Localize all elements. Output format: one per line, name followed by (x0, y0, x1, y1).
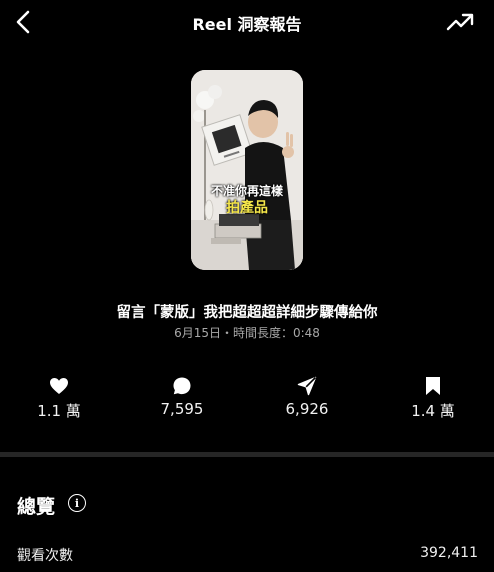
comment-icon (173, 377, 191, 395)
overview-heading: 總覽 (17, 496, 56, 518)
reel-thumbnail[interactable]: 不准你再這樣 拍產品 (191, 70, 303, 270)
saves-count: 1.4 萬 (411, 402, 455, 420)
views-value: 392,411 (420, 545, 478, 561)
stat-shares: 6,926 (257, 374, 357, 418)
section-divider (0, 452, 494, 457)
top-bar: Reel 洞察報告 (0, 0, 494, 44)
engagement-stats: 1.1 萬 7,595 6,926 1.4 萬 (0, 374, 494, 424)
trend-button[interactable] (444, 8, 476, 36)
thumbnail-caption-line2: 拍產品 (226, 200, 268, 216)
info-icon[interactable]: i (68, 494, 86, 512)
page-title: Reel 洞察報告 (192, 15, 302, 34)
reel-meta: 6月15日・時間長度：0:48 (174, 326, 320, 340)
stat-likes: 1.1 萬 (9, 374, 109, 421)
thumbnail-scene (191, 70, 303, 270)
stat-comments: 7,595 (132, 374, 232, 418)
views-label: 觀看次數 (17, 548, 73, 564)
share-icon (297, 376, 317, 396)
reel-title: 留言「蒙版」我把超超超詳細步驟傳給你 (116, 305, 378, 321)
heart-icon (50, 378, 68, 394)
trending-up-icon (446, 13, 474, 31)
shares-count: 6,926 (285, 400, 329, 418)
comments-count: 7,595 (160, 400, 204, 418)
stat-saves: 1.4 萬 (383, 374, 483, 421)
likes-count: 1.1 萬 (37, 402, 81, 420)
bookmark-icon (426, 377, 440, 395)
